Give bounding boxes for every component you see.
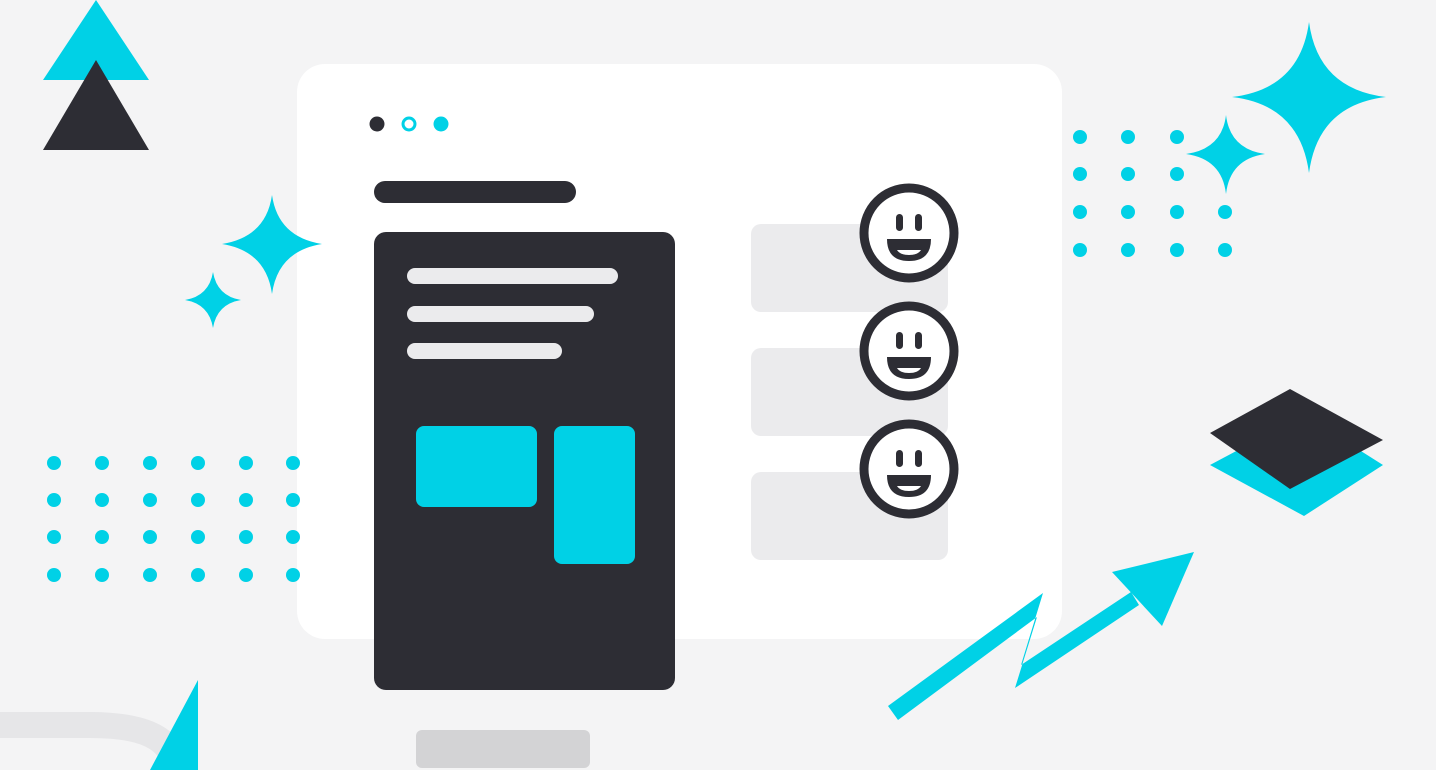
dot-grid-icon-left: [47, 456, 300, 582]
window-dot-dark: [369, 116, 385, 132]
sparkle-icon-small-left: [185, 272, 241, 328]
smiley-icon: [859, 183, 959, 283]
window-dot-outline: [401, 116, 417, 132]
illustration: [0, 0, 1386, 770]
accent-block-wide: [416, 426, 537, 507]
sparkle-icon-large-right: [1232, 22, 1386, 173]
sparkle-icon-small-right: [1186, 115, 1265, 194]
accent-block-tall: [554, 426, 635, 564]
background-arc: [0, 712, 188, 770]
layers-icon: [1210, 389, 1383, 516]
bottom-bar: [416, 730, 590, 768]
text-line-3: [407, 343, 562, 359]
smiley-icon: [859, 301, 959, 401]
smiley-icon: [859, 419, 959, 519]
title-bar: [374, 181, 576, 203]
text-line-1: [407, 268, 618, 284]
window-dots: [369, 116, 449, 132]
text-line-2: [407, 306, 594, 322]
window-dot-accent: [433, 116, 449, 132]
